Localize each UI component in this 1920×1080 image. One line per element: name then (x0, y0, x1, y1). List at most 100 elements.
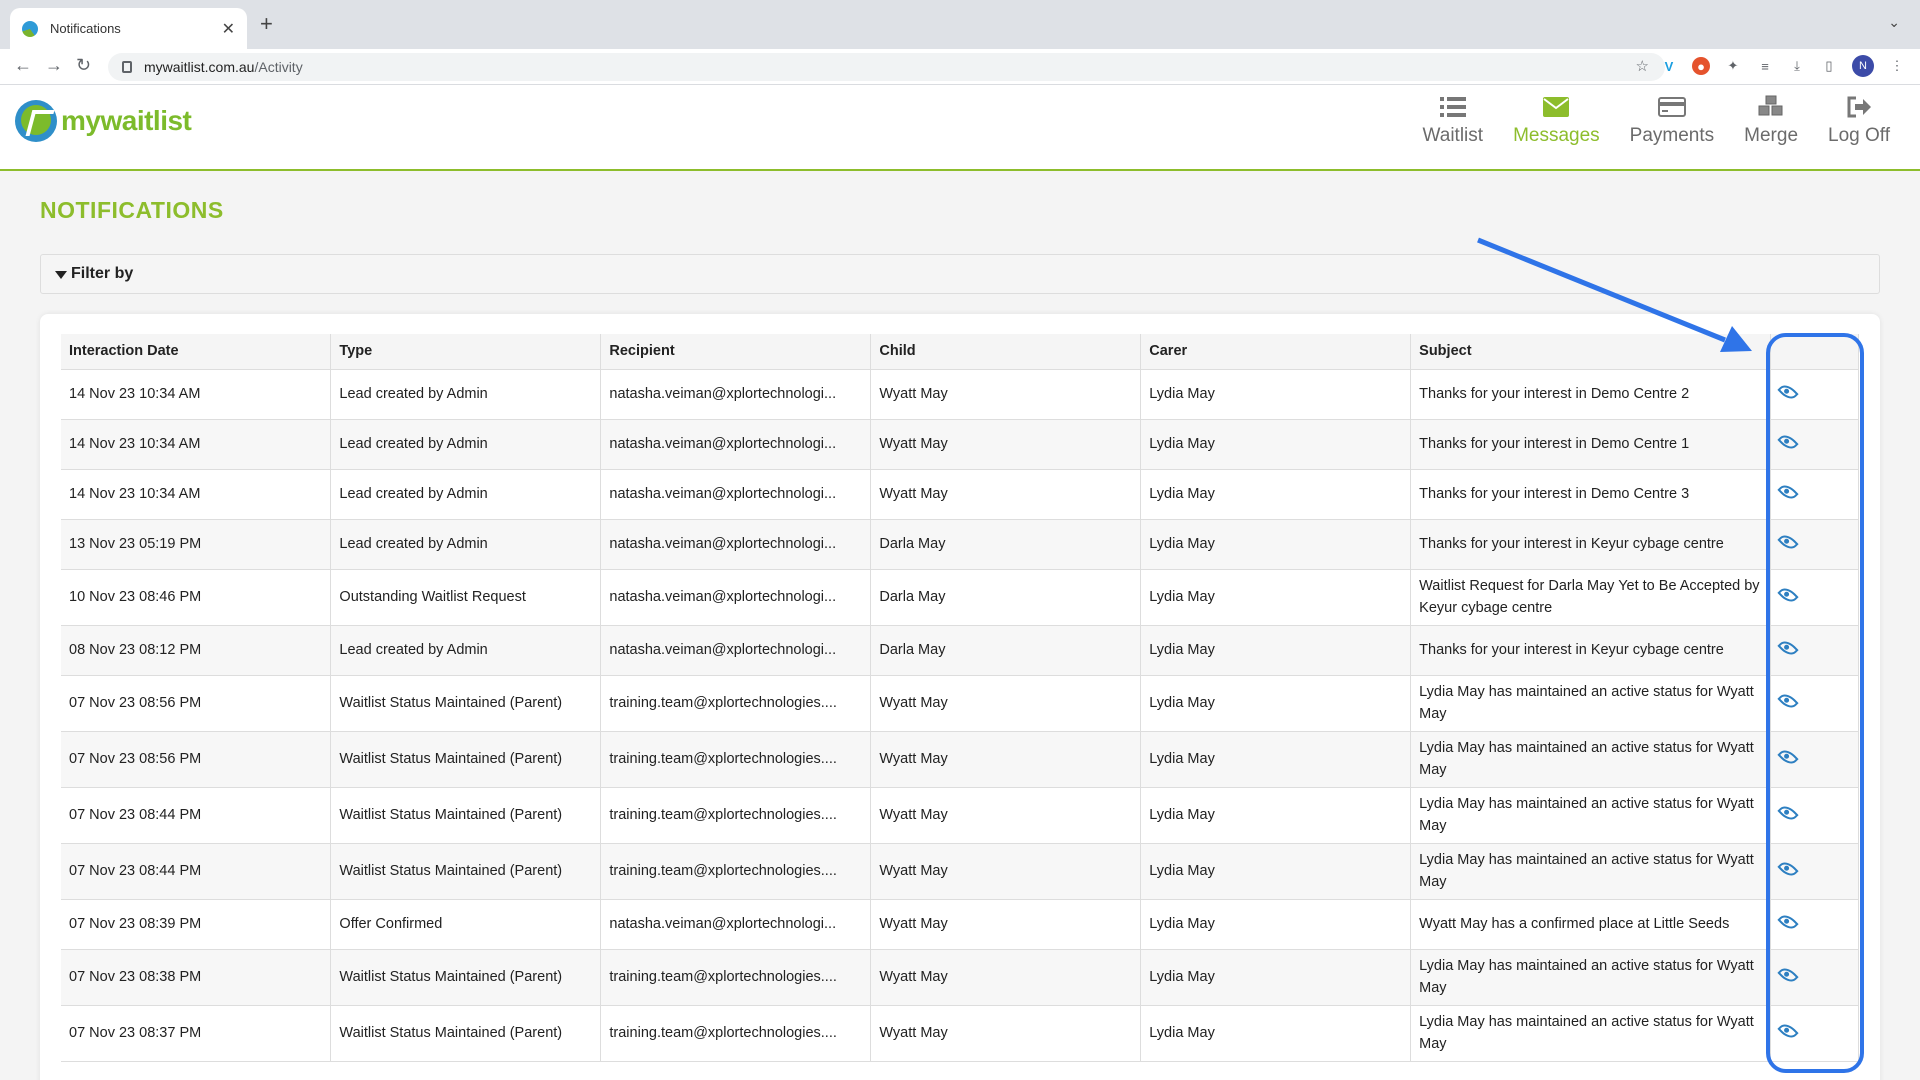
cell-subject: Lydia May has maintained an active statu… (1410, 731, 1771, 788)
column-header-interaction-date[interactable]: Interaction Date (61, 334, 332, 370)
table-row[interactable]: 10 Nov 23 08:46 PM Outstanding Waitlist R… (61, 569, 1859, 626)
cell-subject: Thanks for your interest in Keyur cybage… (1410, 625, 1771, 676)
tab-search-chevron-icon[interactable]: ⌄ (1888, 14, 1900, 31)
filter-by-toggle[interactable]: Filter by (40, 254, 1880, 294)
cell-interaction-date: 10 Nov 23 08:46 PM (61, 569, 332, 626)
table-row[interactable]: 07 Nov 23 08:39 PM Offer Confirmed natasha… (61, 899, 1859, 950)
cell-carer: Lydia May (1140, 519, 1412, 570)
column-header-type[interactable]: Type (330, 334, 602, 370)
tab-title: Notifications (50, 21, 121, 36)
puzzle-icon[interactable]: ✦ (1724, 57, 1742, 75)
cell-recipient: natasha.veiman@xplortechnologi... (600, 625, 872, 676)
envelope-icon (1542, 95, 1570, 119)
address-bar[interactable]: mywaitlist.com.au/Activity ☆ (108, 53, 1665, 81)
table-row[interactable]: 07 Nov 23 08:44 PM Waitlist Status Mainta… (61, 843, 1859, 900)
table-row[interactable]: 07 Nov 23 08:37 PM Waitlist Status Mainta… (61, 1005, 1859, 1062)
cell-interaction-date: 07 Nov 23 08:37 PM (61, 1005, 332, 1062)
cell-subject: Lydia May has maintained an active statu… (1410, 843, 1771, 900)
vimeo-extension-icon[interactable]: V (1660, 57, 1678, 75)
nav-log-off-label: Log Off (1828, 125, 1890, 146)
cell-subject: Waitlist Request for Darla May Yet to Be… (1410, 569, 1771, 626)
nav-waitlist-label: Waitlist (1422, 125, 1484, 146)
cell-recipient: natasha.veiman@xplortechnologi... (600, 519, 872, 570)
nav-waitlist[interactable]: Waitlist (1422, 95, 1484, 147)
list-icon (1439, 95, 1467, 119)
table-row[interactable]: 14 Nov 23 10:34 AM Lead created by Admin n… (61, 469, 1859, 520)
favicon-icon (22, 20, 38, 37)
logo-text: mywaitlist (61, 105, 192, 136)
table-row[interactable]: 13 Nov 23 05:19 PM Lead created by Admin n… (61, 519, 1859, 570)
cell-subject: Thanks for your interest in Demo Centre … (1410, 469, 1771, 520)
new-tab-icon[interactable]: + (260, 11, 273, 37)
nav-log-off[interactable]: Log Off (1828, 95, 1890, 147)
cell-carer: Lydia May (1140, 899, 1412, 950)
cell-recipient: training.team@xplortechnologies.... (600, 949, 872, 1006)
nav-messages[interactable]: Messages (1513, 95, 1600, 147)
cell-child: Darla May (870, 569, 1142, 626)
reload-icon[interactable]: ↻ (76, 55, 91, 76)
cell-interaction-date: 07 Nov 23 08:56 PM (61, 675, 332, 732)
cell-interaction-date: 14 Nov 23 10:34 AM (61, 369, 332, 420)
cell-recipient: training.team@xplortechnologies.... (600, 1005, 872, 1062)
cell-interaction-date: 07 Nov 23 08:56 PM (61, 731, 332, 788)
column-header-child[interactable]: Child (870, 334, 1142, 370)
nav-payments-label: Payments (1629, 125, 1715, 146)
nav-messages-label: Messages (1513, 125, 1600, 146)
column-header-carer[interactable]: Carer (1140, 334, 1412, 370)
cell-interaction-date: 07 Nov 23 08:39 PM (61, 899, 332, 950)
cell-carer: Lydia May (1140, 419, 1412, 470)
browser-toolbar: ← → ↻ mywaitlist.com.au/Activity ☆ V ● ✦… (0, 49, 1920, 85)
side-panel-icon[interactable]: ▯ (1820, 57, 1838, 75)
notifications-table: Interaction Date Type Recipient Child Ca… (61, 334, 1859, 1062)
table-row[interactable]: 07 Nov 23 08:56 PM Waitlist Status Mainta… (61, 731, 1859, 788)
cell-type: Waitlist Status Maintained (Parent) (330, 949, 602, 1006)
table-row[interactable]: 07 Nov 23 08:44 PM Waitlist Status Mainta… (61, 787, 1859, 844)
cell-recipient: training.team@xplortechnologies.... (600, 787, 872, 844)
annotation-highlight-box (1766, 333, 1864, 1073)
cell-child: Wyatt May (870, 843, 1142, 900)
profile-avatar[interactable]: N (1852, 55, 1874, 77)
lock-icon (122, 61, 132, 73)
cubes-icon (1757, 95, 1785, 119)
column-header-subject[interactable]: Subject (1410, 334, 1771, 370)
sign-out-icon (1845, 95, 1873, 119)
cell-type: Lead created by Admin (330, 419, 602, 470)
mywaitlist-logo[interactable]: mywaitlist (15, 100, 192, 142)
cell-recipient: natasha.veiman@xplortechnologi... (600, 369, 872, 420)
cell-interaction-date: 07 Nov 23 08:44 PM (61, 787, 332, 844)
column-header-recipient[interactable]: Recipient (600, 334, 872, 370)
cell-carer: Lydia May (1140, 1005, 1412, 1062)
browser-tab[interactable]: Notifications ✕ (10, 8, 247, 49)
table-row[interactable]: 07 Nov 23 08:38 PM Waitlist Status Mainta… (61, 949, 1859, 1006)
cell-type: Waitlist Status Maintained (Parent) (330, 675, 602, 732)
page-title: NOTIFICATIONS (40, 197, 224, 223)
cell-child: Darla May (870, 625, 1142, 676)
cell-recipient: training.team@xplortechnologies.... (600, 843, 872, 900)
table-row[interactable]: 07 Nov 23 08:56 PM Waitlist Status Mainta… (61, 675, 1859, 732)
cell-child: Wyatt May (870, 787, 1142, 844)
cell-carer: Lydia May (1140, 843, 1412, 900)
nav-merge[interactable]: Merge (1744, 95, 1798, 147)
cell-interaction-date: 08 Nov 23 08:12 PM (61, 625, 332, 676)
menu-kebab-icon[interactable]: ⋮ (1888, 57, 1906, 75)
cell-type: Lead created by Admin (330, 625, 602, 676)
cell-interaction-date: 07 Nov 23 08:44 PM (61, 843, 332, 900)
table-row[interactable]: 14 Nov 23 10:34 AM Lead created by Admin n… (61, 369, 1859, 420)
cell-subject: Thanks for your interest in Keyur cybage… (1410, 519, 1771, 570)
cell-subject: Thanks for your interest in Demo Centre … (1410, 369, 1771, 420)
bookmark-star-icon[interactable]: ☆ (1636, 57, 1649, 75)
cell-recipient: natasha.veiman@xplortechnologi... (600, 569, 872, 626)
extension-icon[interactable]: ● (1692, 57, 1710, 75)
close-tab-icon[interactable]: ✕ (222, 19, 235, 39)
cell-carer: Lydia May (1140, 369, 1412, 420)
nav-payments[interactable]: Payments (1630, 95, 1714, 147)
table-row[interactable]: 14 Nov 23 10:34 AM Lead created by Admin n… (61, 419, 1859, 470)
reading-list-icon[interactable]: ≡ (1756, 57, 1774, 75)
table-row[interactable]: 08 Nov 23 08:12 PM Lead created by Admin n… (61, 625, 1859, 676)
back-icon[interactable]: ← (14, 55, 32, 76)
download-icon[interactable]: ⤓ (1788, 57, 1806, 75)
filter-icon (55, 271, 67, 279)
cell-carer: Lydia May (1140, 949, 1412, 1006)
forward-icon[interactable]: → (45, 55, 63, 76)
cell-recipient: training.team@xplortechnologies.... (600, 675, 872, 732)
